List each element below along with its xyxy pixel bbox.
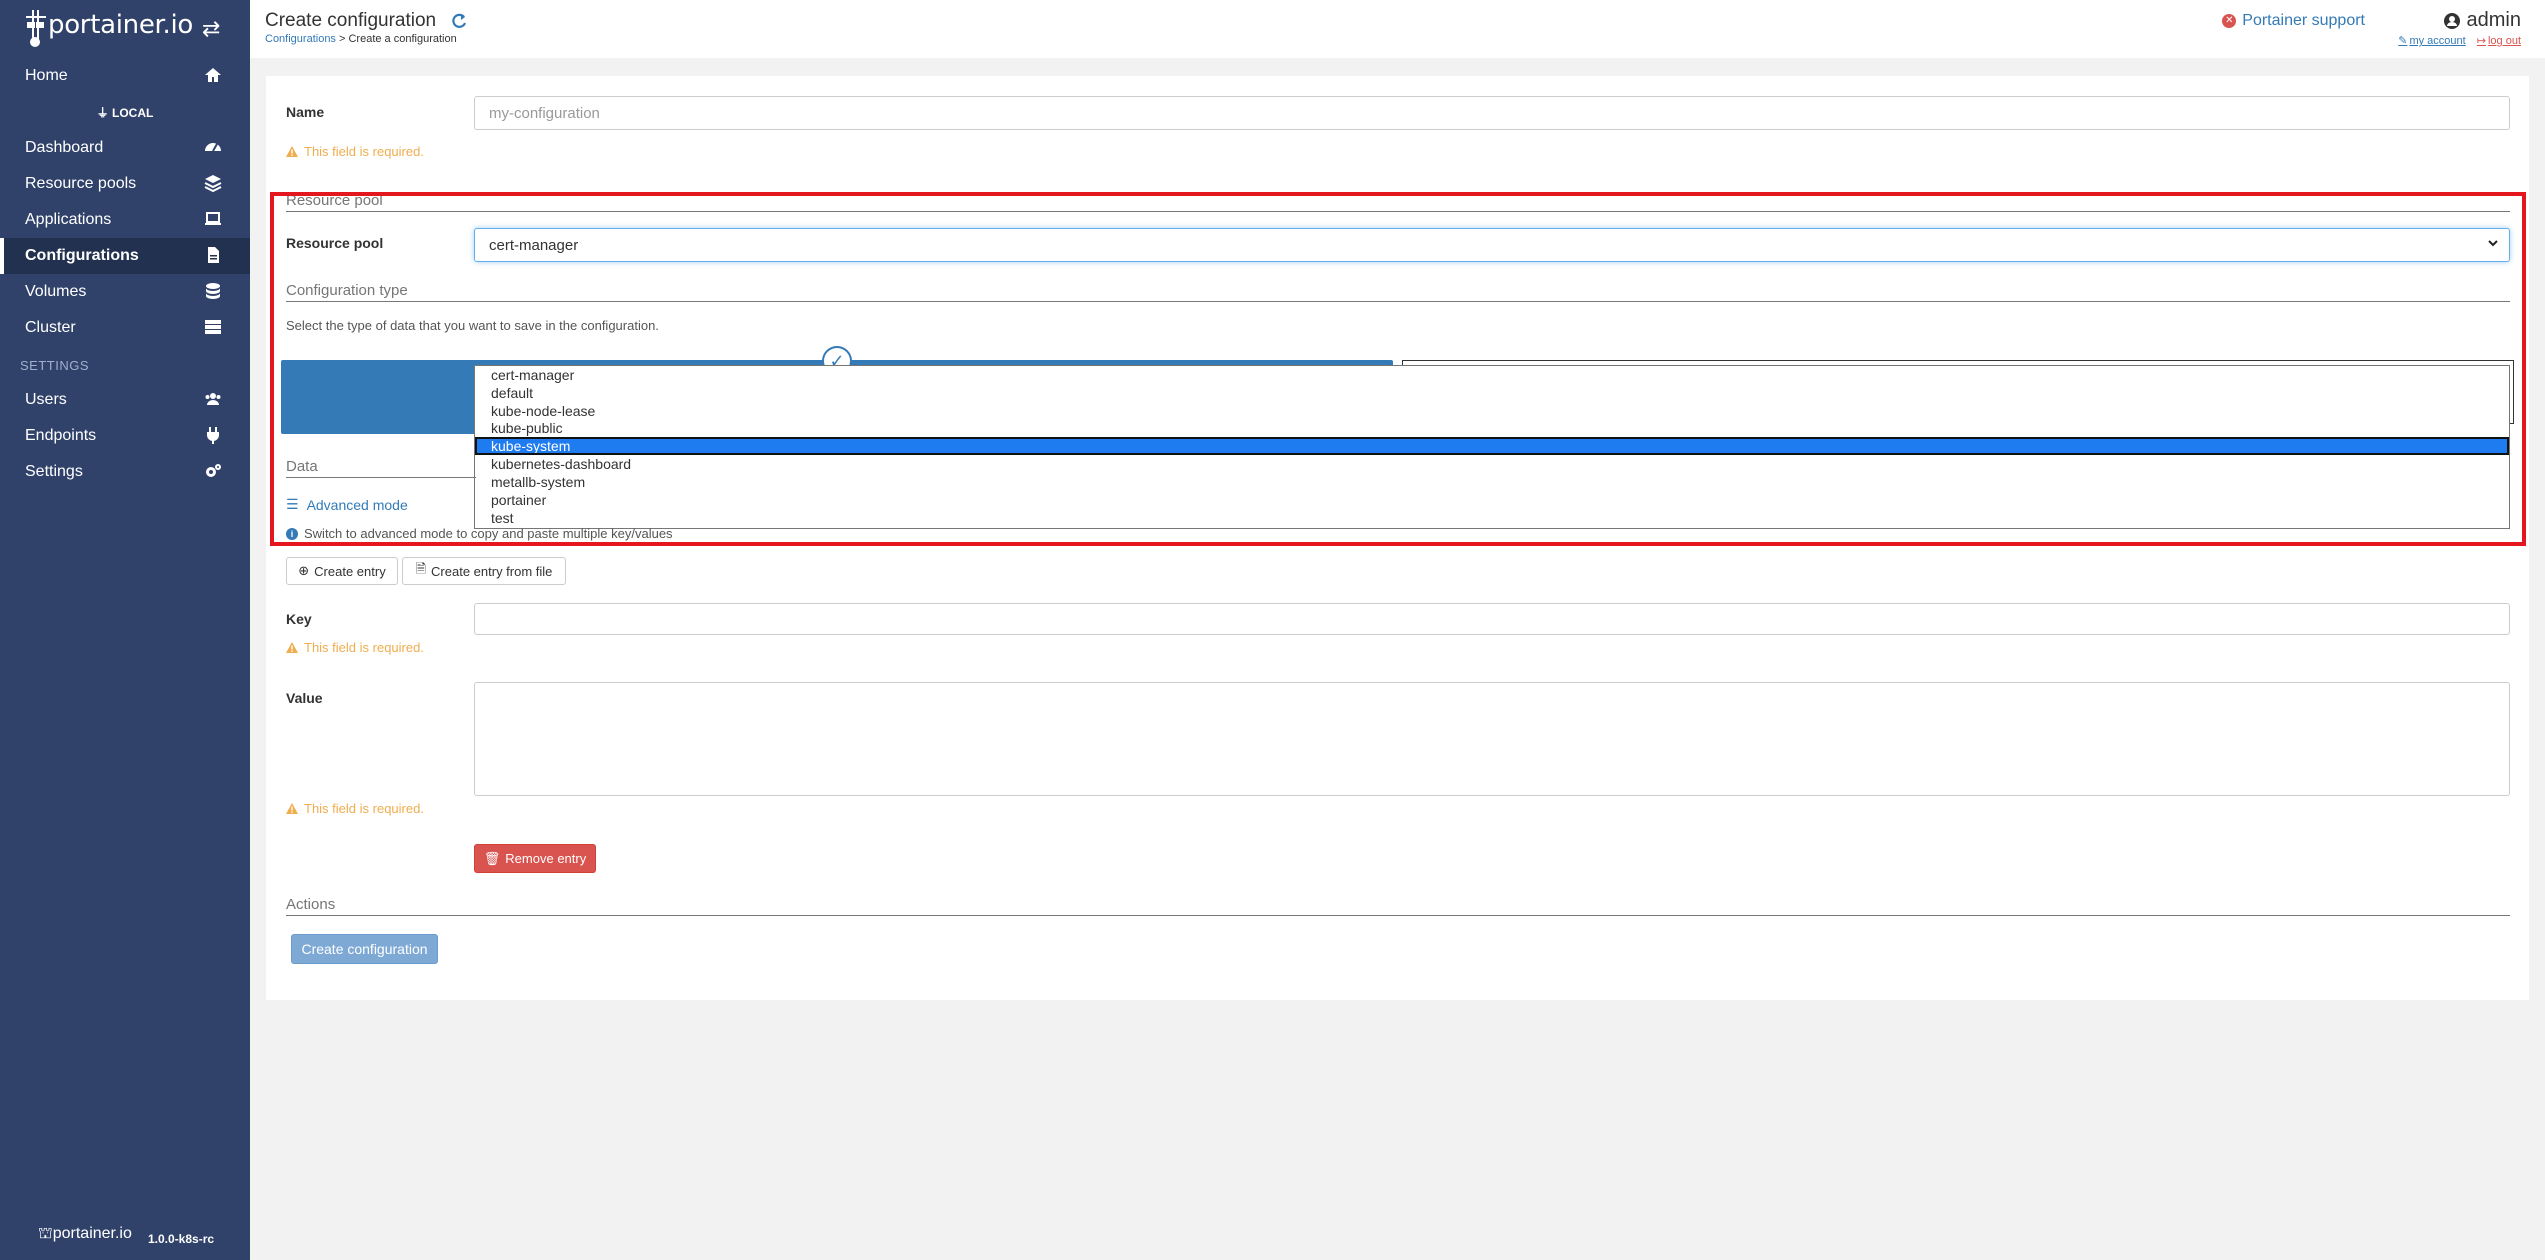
dashboard-gauge-icon — [205, 143, 221, 152]
configuration-type-section-title: Configuration type — [286, 282, 2510, 302]
username: admin — [2466, 9, 2521, 31]
dropdown-option[interactable]: portainer — [475, 491, 2509, 509]
file-icon — [208, 247, 219, 263]
key-label: Key — [286, 611, 312, 627]
sign-out-icon: ↦ — [2476, 35, 2486, 47]
plus-circle-icon: ⊕ — [298, 563, 310, 578]
page-header: Create configuration Configurations > Cr… — [250, 0, 2545, 58]
error-circle-icon: ✕ — [2222, 14, 2237, 28]
settings-section-label: SETTINGS — [20, 358, 90, 373]
portainer-logo-icon — [26, 10, 46, 47]
list-icon: ☰ — [286, 496, 299, 512]
name-required-warning: This field is required. — [286, 144, 424, 159]
sidebar-item-configurations[interactable]: Configurations — [0, 238, 250, 274]
my-account-link[interactable]: ✎ my account — [2398, 35, 2465, 47]
dropdown-option[interactable]: kube-public — [475, 419, 2509, 437]
dropdown-option[interactable]: kubernetes-dashboard — [475, 455, 2509, 473]
key-input[interactable] — [474, 603, 2510, 635]
sidebar-item-dashboard[interactable]: Dashboard — [0, 130, 250, 166]
server-icon — [205, 320, 221, 334]
dropdown-option[interactable]: default — [475, 384, 2509, 402]
configuration-type-help: Select the type of data that you want to… — [286, 318, 659, 333]
layers-icon — [204, 175, 222, 192]
resource-pool-label: Resource pool — [286, 235, 384, 251]
actions-section-title: Actions — [286, 896, 2510, 916]
logo-text: portainer.io — [48, 10, 194, 40]
portainer-support-link[interactable]: ✕ Portainer support — [2222, 12, 2365, 30]
sidebar-item-label: Users — [25, 391, 67, 408]
database-icon — [206, 283, 220, 299]
chevron-down-icon — [2488, 240, 2498, 247]
sidebar-item-label: Home — [25, 67, 68, 84]
portainer-logo-icon: ⛫ — [38, 1225, 53, 1242]
dropdown-option[interactable]: test — [475, 509, 2509, 527]
sidebar-item-volumes[interactable]: Volumes — [0, 274, 250, 310]
warning-triangle-icon — [286, 642, 298, 653]
sidebar-item-cluster[interactable]: Cluster — [0, 310, 250, 346]
refresh-icon[interactable] — [450, 12, 468, 30]
wrench-icon: ✎ — [2398, 35, 2408, 47]
laptop-icon — [205, 212, 221, 225]
plug-icon — [207, 427, 219, 444]
sidebar-item-resource-pools[interactable]: Resource pools — [0, 166, 250, 202]
warning-triangle-icon — [286, 803, 298, 814]
sidebar-item-users[interactable]: Users — [0, 382, 250, 418]
breadcrumb: Configurations > Create a configuration — [265, 33, 457, 45]
environment-label: ⏚ LOCAL — [96, 106, 154, 120]
swap-arrows-icon[interactable]: ⇄ — [202, 16, 220, 42]
sidebar-item-label: Resource pools — [25, 175, 137, 192]
name-input[interactable]: my-configuration — [474, 96, 2510, 130]
breadcrumb-configurations-link[interactable]: Configurations — [265, 33, 336, 45]
user-menu: admin — [2443, 9, 2521, 32]
file-icon: 🗎 — [415, 561, 427, 576]
version-label: 1.0.0-k8s-rc — [148, 1232, 215, 1246]
log-out-link[interactable]: ↦ log out — [2477, 35, 2521, 47]
dropdown-option-highlighted[interactable]: kube-system — [475, 437, 2509, 455]
value-label: Value — [286, 690, 323, 706]
sidebar-item-home[interactable]: Home — [0, 58, 250, 94]
dropdown-option[interactable]: cert-manager — [475, 366, 2509, 384]
create-configuration-button[interactable]: Create configuration — [291, 934, 438, 964]
remove-entry-button[interactable]: 🗑 Remove entry — [474, 844, 596, 873]
sidebar-item-label: Endpoints — [25, 427, 97, 444]
dropdown-option[interactable]: metallb-system — [475, 473, 2509, 491]
create-entry-button[interactable]: ⊕ Create entry — [286, 557, 398, 585]
resource-pool-select[interactable]: cert-manager — [474, 228, 2510, 262]
user-links: ✎ my account ↦ log out — [2390, 34, 2521, 47]
warning-triangle-icon — [286, 146, 298, 157]
sidebar-item-endpoints[interactable]: Endpoints — [0, 418, 250, 454]
users-icon — [205, 393, 221, 405]
create-entry-from-file-button[interactable]: 🗎 Create entry from file — [402, 557, 566, 585]
key-required-warning: This field is required. — [286, 640, 424, 655]
sidebar-item-label: Settings — [25, 463, 83, 480]
user-circle-icon — [2443, 12, 2460, 29]
advanced-mode-help: i Switch to advanced mode to copy and pa… — [286, 526, 673, 541]
advanced-mode-link[interactable]: ☰ Advanced mode — [286, 496, 408, 513]
dropdown-option[interactable]: kube-node-lease — [475, 402, 2509, 420]
plug-icon: ⏚ — [96, 106, 109, 120]
footer-logo: ⛫portainer.io — [38, 1225, 132, 1242]
resource-pool-selected-value: cert-manager — [489, 236, 579, 254]
sidebar: portainer.io ⇄ Home ⏚ LOCAL Dashboard Re… — [0, 0, 250, 1260]
resource-pool-dropdown-list: cert-manager default kube-node-lease kub… — [474, 365, 2510, 529]
value-required-warning: This field is required. — [286, 801, 424, 816]
resource-pool-section-title: Resource pool — [286, 192, 2510, 212]
page-title: Create configuration — [265, 10, 437, 31]
data-section-title: Data — [286, 458, 476, 478]
sidebar-item-label: Configurations — [25, 247, 139, 264]
cogs-icon — [206, 464, 221, 477]
name-label: Name — [286, 104, 325, 120]
sidebar-item-label: Volumes — [25, 283, 87, 300]
sidebar-item-label: Applications — [25, 211, 112, 228]
home-icon — [205, 68, 221, 82]
info-circle-icon: i — [286, 527, 298, 540]
value-textarea[interactable] — [474, 682, 2510, 796]
trash-icon: 🗑 — [483, 850, 501, 866]
sidebar-item-applications[interactable]: Applications — [0, 202, 250, 238]
sidebar-item-label: Dashboard — [25, 139, 104, 156]
sidebar-item-settings[interactable]: Settings — [0, 454, 250, 490]
sidebar-item-label: Cluster — [25, 319, 76, 336]
